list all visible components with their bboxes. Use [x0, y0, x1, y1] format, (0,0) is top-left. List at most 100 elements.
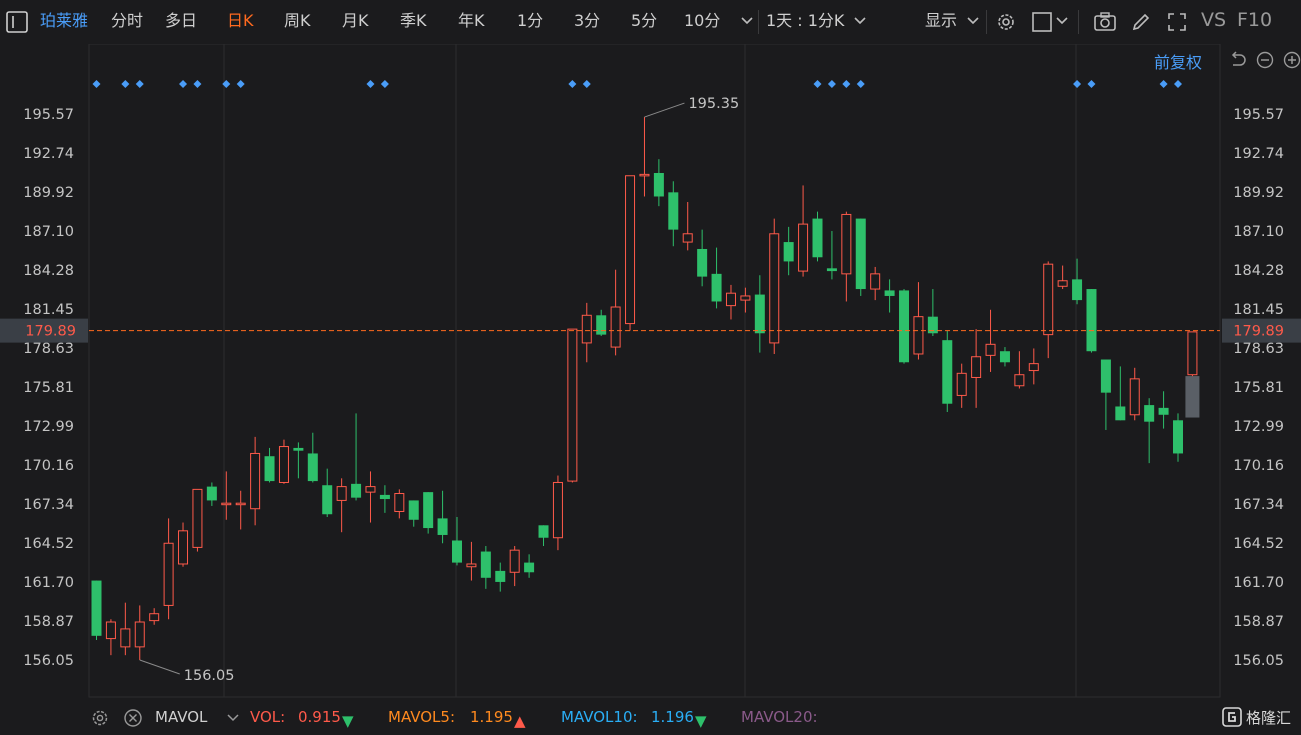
mavol20-label: MAVOL20:: [741, 708, 818, 726]
tab-3min[interactable]: 3分: [574, 10, 600, 32]
candle-body-up: [841, 213, 852, 275]
candle-body-down: [697, 248, 708, 277]
y-tick-label-left: 195.57: [23, 107, 74, 123]
vs-button[interactable]: VS: [1201, 9, 1226, 31]
y-tick-label-right: 184.28: [1233, 263, 1284, 279]
candle-body-up: [394, 493, 405, 512]
y-axis-right: 195.57 192.74 189.92 187.10 184.28 181.45 178.…: [1233, 107, 1284, 669]
tab-10min[interactable]: 10分: [684, 10, 720, 32]
candle-body-up: [567, 328, 578, 482]
pencil-icon[interactable]: [1130, 11, 1152, 33]
toolbar-separator: [1078, 10, 1079, 34]
close-circle-icon[interactable]: [123, 708, 143, 728]
toolbar: 珀莱雅 分时 多日 日K 周K 月K 季K 年K 1分 3分 5分 10分 1天…: [0, 0, 1301, 44]
indicator-name[interactable]: MAVOL: [155, 707, 207, 727]
y-tick-label-left: 187.10: [23, 224, 74, 240]
y-tick-label-right: 192.74: [1233, 146, 1284, 162]
y-tick-label-right: 172.99: [1233, 419, 1284, 435]
y-tick-label-right: 167.34: [1233, 497, 1284, 513]
chevron-down-icon[interactable]: [853, 16, 867, 26]
current-price-label-left: 179.89: [25, 324, 76, 340]
y-tick-label-left: 167.34: [23, 497, 74, 513]
tab-intraday[interactable]: 分时: [111, 10, 143, 32]
candlestick-chart[interactable]: 195.35 156.05 195.57 192.74 189.92 187.10 184…: [0, 0, 1301, 735]
candle-body-up: [1043, 263, 1054, 336]
candle-body-up: [1129, 378, 1140, 416]
candle-body-down: [1100, 359, 1111, 393]
candle-body-up: [1014, 374, 1025, 387]
candle-body-up: [798, 223, 809, 272]
sidebar-toggle-icon[interactable]: [6, 11, 28, 33]
y-tick-label-left: 175.81: [23, 380, 74, 396]
mavol5-value: 1.195: [470, 708, 513, 726]
toolbar-separator: [758, 10, 759, 34]
candle-body-up: [725, 292, 736, 307]
y-tick-label-right: 158.87: [1233, 614, 1284, 630]
y-tick-label-left: 181.45: [23, 302, 74, 318]
tab-quarterly-k[interactable]: 季K: [400, 10, 427, 32]
candle-body-down: [293, 447, 304, 451]
f10-button[interactable]: F10: [1237, 9, 1272, 31]
candle-body-down: [91, 580, 102, 636]
candle-body-down: [495, 570, 506, 582]
y-tick-label-right: 181.45: [1233, 302, 1284, 318]
current-price-label-right: 179.89: [1233, 324, 1284, 340]
y-tick-label-left: 189.92: [23, 185, 74, 201]
display-menu[interactable]: 显示: [925, 10, 957, 32]
candle-body-down: [351, 483, 362, 498]
tab-5min[interactable]: 5分: [631, 10, 657, 32]
candle-body-down: [783, 242, 794, 262]
square-icon[interactable]: [1031, 11, 1053, 33]
candle-body-down: [524, 562, 535, 573]
y-tick-label-right: 161.70: [1233, 575, 1284, 591]
candle-body-down: [322, 485, 333, 515]
gear-icon[interactable]: [90, 708, 110, 728]
tab-multi-day[interactable]: 多日: [165, 10, 197, 32]
logo-text: 格隆汇: [1246, 709, 1292, 727]
candle-body-down: [1144, 405, 1155, 422]
candle-body-down: [480, 551, 491, 578]
candle-body-down: [812, 218, 823, 258]
gear-icon[interactable]: [995, 11, 1017, 33]
candle-body-up: [610, 306, 621, 348]
tab-daily-k[interactable]: 日K: [227, 10, 254, 32]
y-tick-label-left: 161.70: [23, 575, 74, 591]
y-tick-label-left: 170.16: [23, 458, 74, 474]
candle-body-down: [1158, 407, 1169, 415]
y-tick-label-right: 156.05: [1233, 653, 1284, 669]
chevron-down-icon[interactable]: [1055, 16, 1069, 26]
y-tick-label-right: 189.92: [1233, 185, 1284, 201]
y-tick-label-left: 164.52: [23, 536, 74, 552]
toolbar-separator: [986, 10, 987, 34]
y-tick-label-right: 175.81: [1233, 380, 1284, 396]
candle-body-down: [538, 525, 549, 538]
tab-weekly-k[interactable]: 周K: [284, 10, 311, 32]
candle-body-down: [855, 218, 866, 290]
camera-icon[interactable]: [1093, 11, 1117, 33]
candle-body-up: [178, 530, 189, 565]
chevron-down-icon[interactable]: [226, 713, 240, 723]
zoom-out-icon[interactable]: [1256, 51, 1274, 69]
tab-1min[interactable]: 1分: [517, 10, 543, 32]
y-tick-label-right: 178.63: [1233, 341, 1284, 357]
candle-body-down: [1086, 289, 1097, 352]
chevron-down-icon[interactable]: [966, 16, 980, 26]
candle-body-down: [423, 492, 434, 529]
candle-body-up: [466, 563, 477, 568]
price-adjust-toggle[interactable]: 前复权: [1154, 49, 1202, 73]
tab-monthly-k[interactable]: 月K: [342, 10, 369, 32]
zoom-in-icon[interactable]: [1283, 51, 1301, 69]
candle-body-up: [1028, 363, 1039, 372]
stock-name[interactable]: 珀莱雅: [40, 10, 88, 32]
y-tick-label-right: 187.10: [1233, 224, 1284, 240]
candle-body-up: [105, 621, 116, 640]
chevron-down-icon[interactable]: [740, 16, 754, 26]
expand-icon[interactable]: [1166, 11, 1188, 33]
undo-icon[interactable]: [1228, 51, 1246, 69]
interval-select[interactable]: 1天 : 1分K: [766, 10, 844, 32]
y-tick-label-right: 164.52: [1233, 536, 1284, 552]
y-tick-label-left: 156.05: [23, 653, 74, 669]
tab-yearly-k[interactable]: 年K: [458, 10, 485, 32]
candle-body-up: [134, 621, 145, 648]
candle-body-up: [278, 446, 289, 483]
